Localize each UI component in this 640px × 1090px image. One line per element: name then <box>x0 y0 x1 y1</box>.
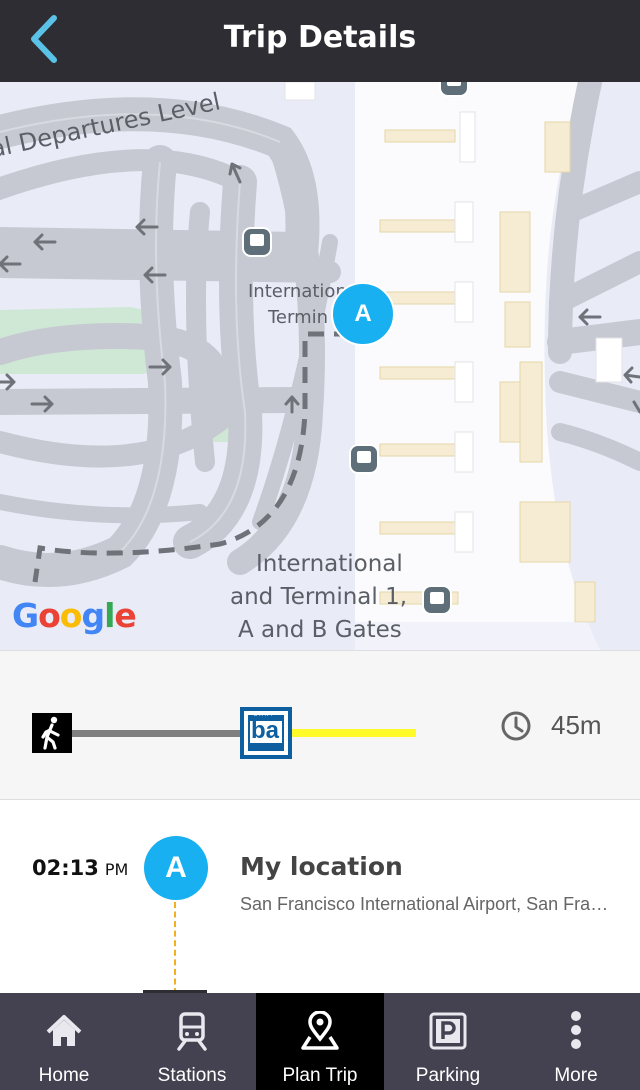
nav-home[interactable]: Home <box>0 993 128 1090</box>
nav-stations-label: Stations <box>157 1065 227 1086</box>
map-label-terminal-lower-2: and Terminal 1, <box>230 584 408 610</box>
step-time-value: 02:13 <box>32 856 99 880</box>
home-icon <box>46 1015 82 1046</box>
clock-icon <box>498 708 534 744</box>
map-pin-icon <box>301 1011 339 1050</box>
bart-icon: BART ba <box>240 707 292 759</box>
step-marker-a: A <box>144 836 208 900</box>
nav-plan-trip[interactable]: Plan Trip <box>256 993 384 1090</box>
map-label-terminal-lower-1: International <box>256 551 403 577</box>
page-title: Trip Details <box>223 20 417 55</box>
nav-parking-label: Parking <box>415 1065 481 1086</box>
map-label-terminal-upper-1: Internation <box>248 281 347 302</box>
more-vertical-icon <box>571 1011 581 1049</box>
nav-stations[interactable]: Stations <box>128 993 256 1090</box>
parking-icon <box>429 1012 467 1050</box>
map-view[interactable]: al Departures Level Internation Termin I… <box>0 82 640 650</box>
nav-more-label: More <box>554 1065 598 1086</box>
nav-more[interactable]: More <box>512 993 640 1090</box>
nav-plan-trip-label: Plan Trip <box>282 1065 358 1086</box>
nav-parking[interactable]: Parking <box>384 993 512 1090</box>
bart-segment-line <box>292 729 416 737</box>
walk-icon <box>32 713 72 753</box>
train-icon <box>177 1012 207 1051</box>
nav-home-label: Home <box>38 1065 90 1086</box>
map-marker-a[interactable]: A <box>331 282 395 346</box>
map-label-terminal-lower-3: A and B Gates <box>238 617 402 643</box>
bart-logo-text: ba <box>251 717 280 744</box>
google-logo: Google <box>12 596 137 635</box>
step-time-ampm: PM <box>104 860 129 879</box>
route-summary <box>0 650 640 800</box>
step-time: 02:13 PM <box>32 856 128 880</box>
step-title[interactable]: My location <box>240 852 403 881</box>
step-subtitle: San Francisco International Airport, San… <box>240 894 610 914</box>
walk-segment-line <box>72 730 242 737</box>
map-label-terminal-upper-2: Termin <box>268 307 329 328</box>
step-connector <box>174 902 176 994</box>
bottom-nav: Home Stations Plan Trip Parking More <box>0 993 640 1090</box>
trip-duration: 45m <box>551 710 602 740</box>
header: Trip Details <box>0 0 640 82</box>
